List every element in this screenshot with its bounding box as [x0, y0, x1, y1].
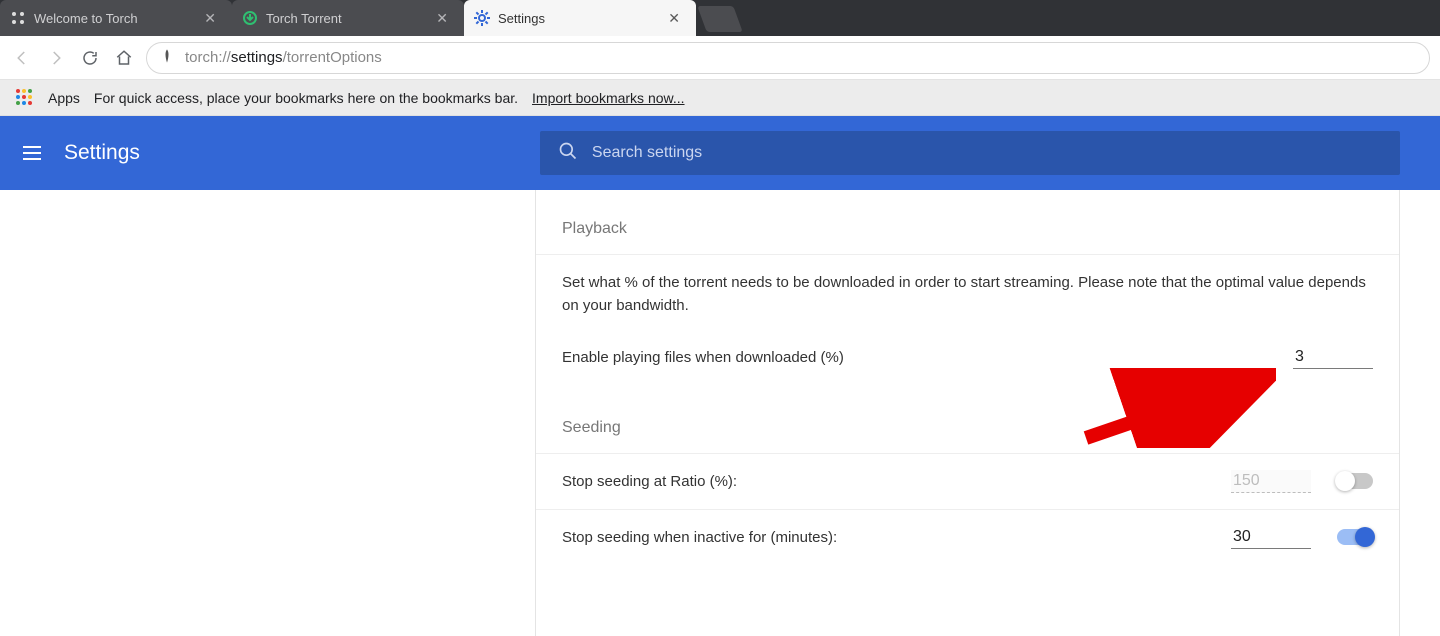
tab-title: Settings — [498, 11, 662, 26]
enable-playing-label: Enable playing files when downloaded (%) — [562, 349, 1293, 366]
url-page: settings — [231, 49, 283, 66]
enable-playing-input[interactable] — [1293, 346, 1373, 369]
new-tab-button[interactable] — [697, 6, 742, 32]
back-button — [10, 46, 34, 70]
row-stop-ratio: Stop seeding at Ratio (%): — [536, 453, 1399, 509]
url-path: /torrentOptions — [283, 49, 382, 66]
torrent-favicon — [242, 10, 258, 26]
stop-ratio-input — [1231, 470, 1311, 493]
search-icon — [558, 141, 578, 166]
tab-torrent[interactable]: Torch Torrent ✕ — [232, 0, 464, 36]
address-bar[interactable]: torch:// settings /torrentOptions — [146, 42, 1430, 74]
close-icon[interactable]: ✕ — [198, 10, 222, 27]
stop-ratio-label: Stop seeding at Ratio (%): — [562, 473, 1231, 490]
search-settings-box[interactable] — [540, 131, 1400, 175]
tab-settings-active[interactable]: Settings ✕ — [464, 0, 696, 36]
torch-favicon — [10, 10, 26, 26]
reload-button[interactable] — [78, 46, 102, 70]
row-stop-inactive: Stop seeding when inactive for (minutes)… — [536, 509, 1399, 565]
close-icon[interactable]: ✕ — [662, 10, 686, 27]
gear-icon — [474, 10, 490, 26]
import-bookmarks-link[interactable]: Import bookmarks now... — [532, 90, 685, 106]
forward-button — [44, 46, 68, 70]
browser-toolbar: torch:// settings /torrentOptions — [0, 36, 1440, 80]
url-scheme: torch:// — [185, 49, 231, 66]
browser-tab-strip: Welcome to Torch ✕ Torch Torrent ✕ Setti… — [0, 0, 1440, 36]
settings-body: Playback Set what % of the torrent needs… — [0, 190, 1440, 636]
settings-header: Settings — [0, 116, 1440, 190]
tab-title: Welcome to Torch — [34, 11, 198, 26]
apps-label[interactable]: Apps — [48, 90, 80, 106]
menu-icon[interactable] — [20, 141, 44, 165]
tab-welcome[interactable]: Welcome to Torch ✕ — [0, 0, 232, 36]
stop-inactive-input[interactable] — [1231, 526, 1311, 549]
settings-panel: Playback Set what % of the torrent needs… — [535, 190, 1400, 636]
row-enable-playing: Enable playing files when downloaded (%) — [536, 330, 1399, 385]
search-input[interactable] — [592, 144, 1382, 162]
close-icon[interactable]: ✕ — [430, 10, 454, 27]
home-button[interactable] — [112, 46, 136, 70]
page-title: Settings — [64, 141, 140, 165]
bookmark-bar: Apps For quick access, place your bookma… — [0, 80, 1440, 116]
site-info-icon[interactable] — [159, 48, 175, 68]
playback-description: Set what % of the torrent needs to be do… — [536, 254, 1399, 330]
stop-ratio-toggle[interactable] — [1337, 473, 1373, 489]
stop-inactive-toggle[interactable] — [1337, 529, 1373, 545]
bookmark-hint: For quick access, place your bookmarks h… — [94, 90, 518, 106]
tab-title: Torch Torrent — [266, 11, 430, 26]
section-title-playback: Playback — [536, 220, 1399, 254]
section-title-seeding: Seeding — [536, 419, 1399, 453]
stop-inactive-label: Stop seeding when inactive for (minutes)… — [562, 529, 1231, 546]
apps-icon[interactable] — [16, 89, 34, 107]
